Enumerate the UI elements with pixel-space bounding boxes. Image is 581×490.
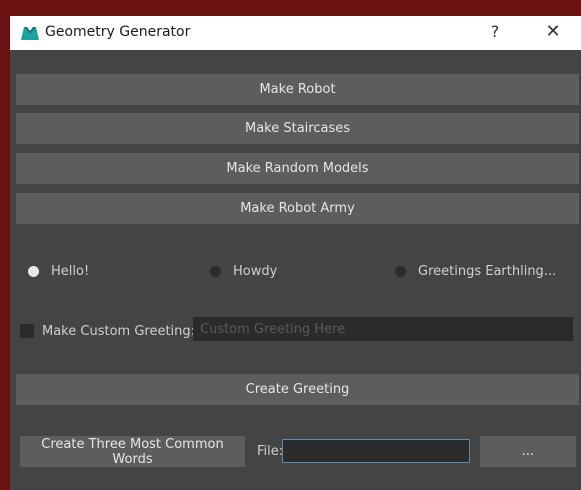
help-button[interactable]: ? [485,22,505,44]
title-bar: Geometry Generator ? ✕ [10,16,581,50]
make-robot-army-button[interactable]: Make Robot Army [16,193,579,224]
close-icon[interactable]: ✕ [542,21,564,43]
file-label: File: [257,444,284,459]
radio-unchecked-icon [395,265,406,277]
checkbox-icon [20,324,34,338]
create-greeting-button[interactable]: Create Greeting [16,374,579,405]
window-title: Geometry Generator [45,24,191,40]
geometry-generator-window: Geometry Generator ? ✕ Make Robot Make S… [10,16,581,490]
file-path-input[interactable] [282,439,470,463]
radio-hello[interactable]: Hello! [28,262,89,280]
custom-greeting-input[interactable] [193,317,573,341]
radio-howdy[interactable]: Howdy [210,262,277,280]
radio-unchecked-icon [210,265,221,277]
custom-greeting-checkbox[interactable]: Make Custom Greeting: [20,322,195,340]
radio-hello-label: Hello! [51,263,90,279]
radio-greetings-earthling[interactable]: Greetings Earthling... [395,262,556,280]
make-random-models-button[interactable]: Make Random Models [16,153,579,184]
make-staircases-button[interactable]: Make Staircases [16,113,579,144]
radio-checked-icon [28,265,39,277]
browse-button[interactable]: ... [480,436,576,467]
radio-howdy-label: Howdy [233,263,278,279]
custom-greeting-label: Make Custom Greeting: [42,323,196,339]
make-robot-button[interactable]: Make Robot [16,74,579,105]
create-common-words-button[interactable]: Create Three Most Common Words [20,436,245,467]
radio-greetings-earthling-label: Greetings Earthling... [418,263,557,279]
app-icon [21,27,39,40]
